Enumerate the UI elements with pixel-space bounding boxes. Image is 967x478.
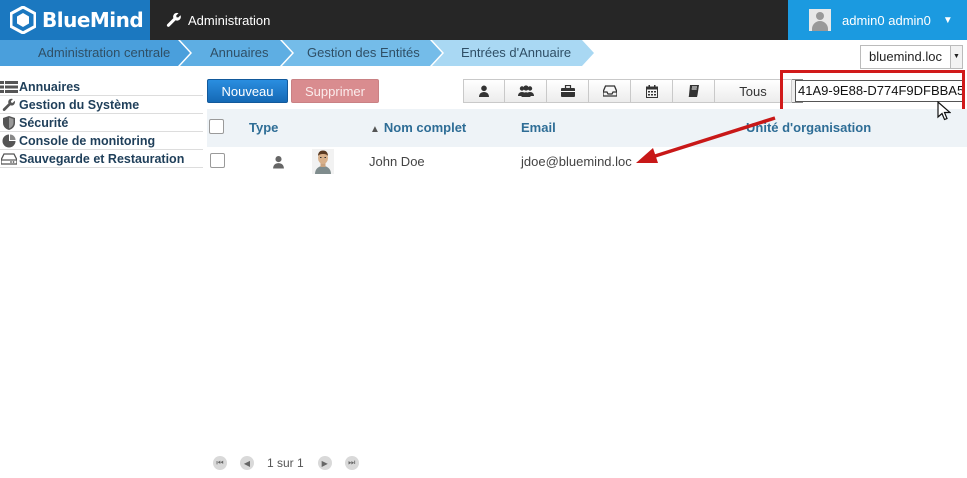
pagination: ⏮ ◀ 1 sur 1 ▶ ⏭ — [213, 455, 372, 471]
page-indicator: 1 sur 1 — [267, 456, 304, 470]
next-page-icon[interactable]: ▶ — [317, 456, 332, 470]
previous-page-icon[interactable]: ◀ — [240, 456, 254, 470]
first-page-icon[interactable]: ⏮ — [213, 456, 227, 470]
mouse-cursor-icon — [937, 101, 951, 121]
annotation-arrow — [636, 116, 776, 163]
last-page-icon[interactable]: ⏭ — [344, 456, 359, 470]
